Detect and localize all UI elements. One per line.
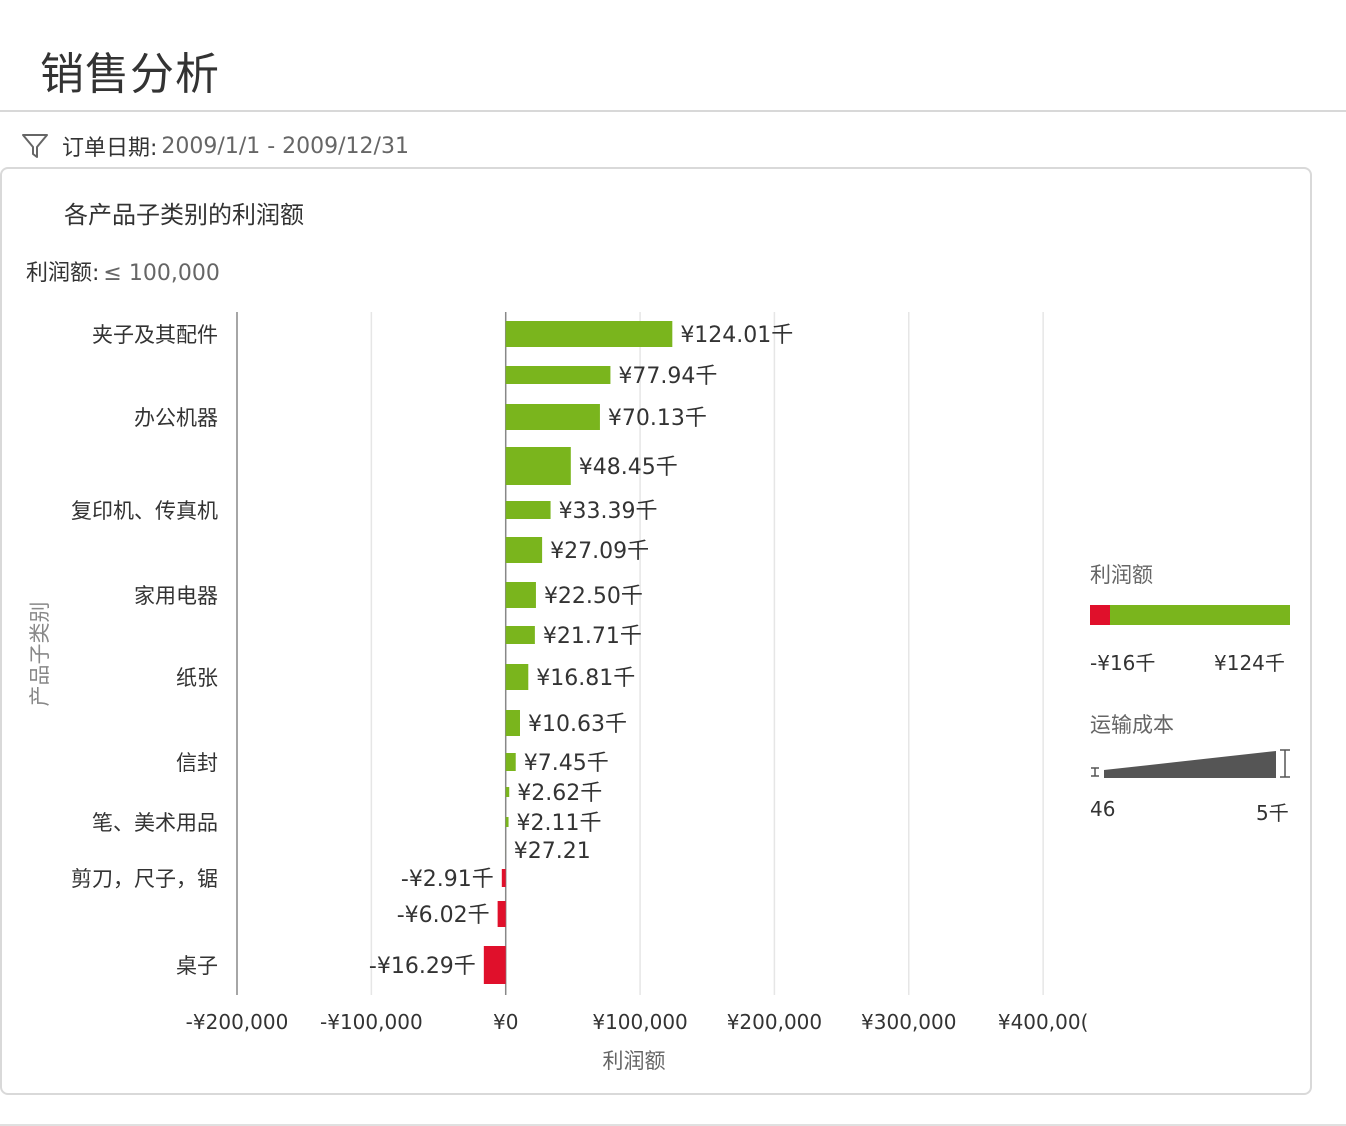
x-tick-label: -¥100,000 <box>320 1010 423 1034</box>
category-label: 办公机器 <box>134 406 218 430</box>
color-legend-positive <box>1110 605 1290 625</box>
category-labels: 夹子及其配件办公机器复印机、传真机家用电器纸张信封笔、美术用品剪刀，尺子，锯桌子 <box>71 323 218 978</box>
color-legend-min: -¥16千 <box>1090 651 1156 675</box>
x-tick-label: ¥100,000 <box>592 1010 687 1034</box>
bar-value-label: ¥48.45千 <box>579 455 678 480</box>
size-min-marker <box>1091 767 1099 777</box>
bar-value-label: ¥2.62千 <box>517 781 602 806</box>
bar-value-label: ¥33.39千 <box>559 499 658 524</box>
bar-value-label: ¥21.71千 <box>543 624 642 649</box>
category-label: 夹子及其配件 <box>92 323 218 347</box>
bar[interactable] <box>501 869 506 887</box>
category-label: 笔、美术用品 <box>92 811 218 835</box>
bar[interactable] <box>505 321 673 347</box>
bar[interactable] <box>505 664 529 690</box>
bar-value-label: -¥2.91千 <box>401 867 494 892</box>
bar[interactable] <box>505 753 516 771</box>
bar-value-label: -¥6.02千 <box>397 903 490 928</box>
bar[interactable] <box>505 626 535 644</box>
bar[interactable] <box>505 404 600 430</box>
page-title: 销售分析 <box>40 49 220 100</box>
size-legend-wedge <box>1104 751 1276 778</box>
bar[interactable] <box>483 946 506 984</box>
page-header: 销售分析 <box>0 0 1346 112</box>
bar-value-label: -¥16.29千 <box>369 954 476 979</box>
x-tick-label: ¥200,000 <box>727 1010 822 1034</box>
bar[interactable] <box>505 537 543 563</box>
color-legend-negative <box>1090 605 1110 625</box>
chart-card: 各产品子类别的利润额 利润额: ≤ 100,000 ¥124.01千 ¥77.94千… <box>0 167 1312 1095</box>
y-axis-title: 产品子类别 <box>28 602 52 707</box>
x-axis-title: 利润额 <box>603 1049 666 1073</box>
bar[interactable] <box>505 817 509 827</box>
bar-value-label: ¥10.63千 <box>528 712 627 737</box>
category-label: 桌子 <box>176 954 218 978</box>
bar-value-label: ¥77.94千 <box>618 364 717 389</box>
category-label: 信封 <box>176 751 218 775</box>
bar-value-label: ¥2.11千 <box>517 811 602 836</box>
filter-label: 订单日期: <box>62 136 158 161</box>
x-tick-label: ¥300,000 <box>861 1010 956 1034</box>
bar-chart: ¥124.01千 ¥77.94千 ¥70.13千 ¥48.45千 ¥33.39千 ¥27.… <box>28 312 1290 1073</box>
category-label: 纸张 <box>176 666 218 690</box>
category-label: 复印机、传真机 <box>71 499 218 523</box>
bar[interactable] <box>505 787 510 797</box>
color-legend-title: 利润额 <box>1090 563 1153 587</box>
x-tick-label: ¥0 <box>493 1010 518 1034</box>
bar[interactable] <box>505 710 520 736</box>
bar-value-label: ¥124.01千 <box>680 323 793 348</box>
category-label: 剪刀，尺子，锯 <box>71 867 218 891</box>
x-tick-labels: -¥200,000 -¥100,000 ¥0 ¥100,000 ¥200,000 ¥300… <box>186 1010 1089 1034</box>
category-label: 家用电器 <box>134 584 218 608</box>
date-filter[interactable]: 订单日期: 2009/1/1 - 2009/12/31 <box>20 128 409 164</box>
bar-value-label: ¥22.50千 <box>544 584 643 609</box>
bar-value-label: ¥27.21 <box>514 839 591 864</box>
bar[interactable] <box>505 447 571 485</box>
x-tick-label: ¥400,00( <box>998 1010 1089 1034</box>
bar[interactable] <box>505 366 611 384</box>
color-legend-max: ¥124千 <box>1214 651 1285 675</box>
color-legend <box>1090 605 1290 625</box>
funnel-icon[interactable] <box>20 131 50 161</box>
size-legend <box>1091 749 1290 778</box>
bar[interactable] <box>497 901 506 927</box>
size-legend-min: 46 <box>1090 797 1116 821</box>
x-tick-label: -¥200,000 <box>186 1010 289 1034</box>
size-max-marker <box>1280 749 1290 778</box>
bar-value-label: ¥70.13千 <box>608 406 707 431</box>
bar[interactable] <box>505 501 551 519</box>
bar-value-label: ¥7.45千 <box>524 751 609 776</box>
size-legend-title: 运输成本 <box>1090 713 1174 737</box>
bar-value-label: ¥27.09千 <box>550 539 649 564</box>
filter-value[interactable]: 2009/1/1 - 2009/12/31 <box>161 134 409 159</box>
bar-value-label: ¥16.81千 <box>536 666 635 691</box>
size-legend-max: 5千 <box>1256 801 1289 825</box>
bar[interactable] <box>505 582 536 608</box>
